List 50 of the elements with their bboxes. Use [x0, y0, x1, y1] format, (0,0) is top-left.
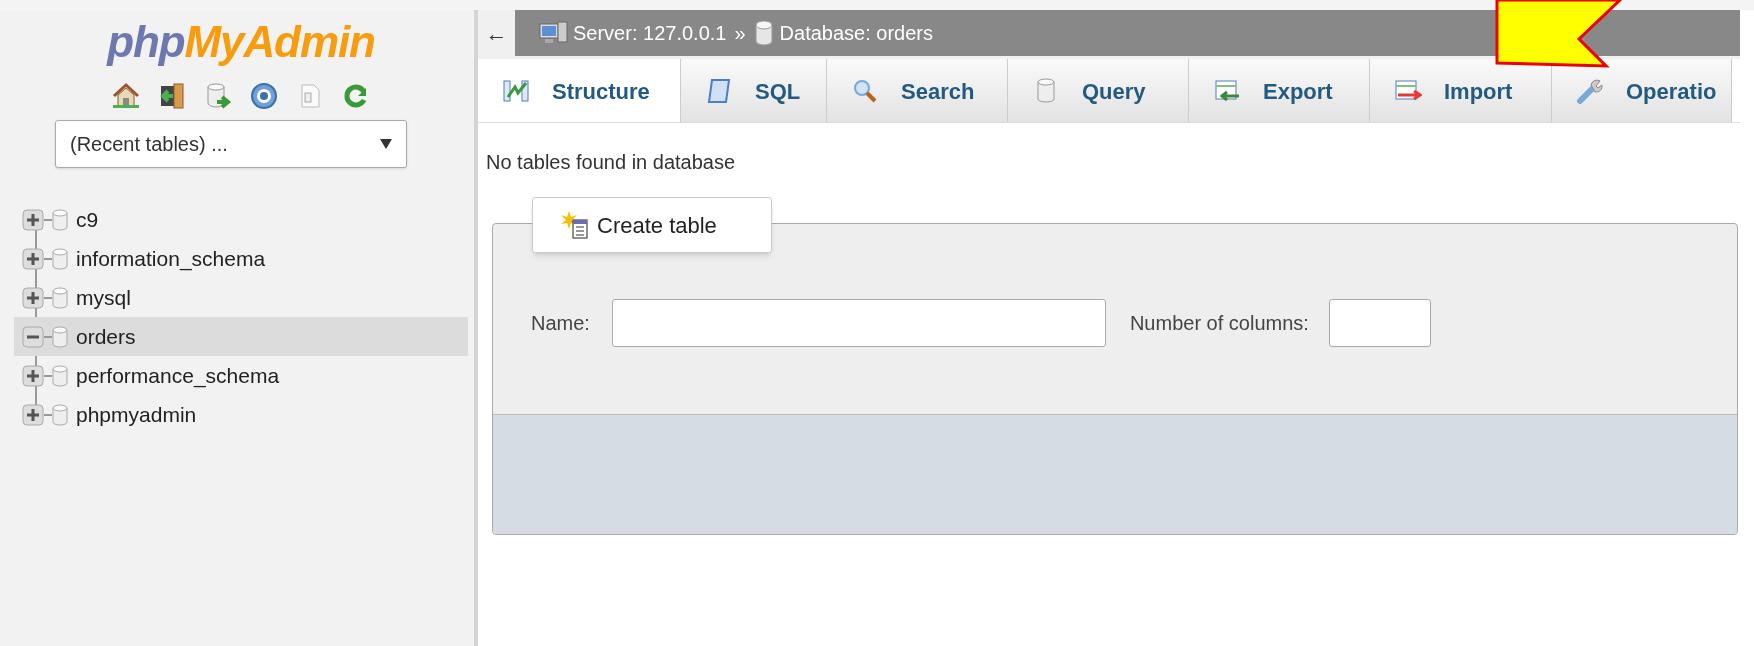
server-icon — [539, 20, 569, 46]
tab[interactable]: Import — [1370, 59, 1552, 122]
database-icon — [52, 208, 68, 231]
database-name[interactable]: performance_schema — [76, 359, 280, 392]
scroll-icon — [705, 77, 733, 105]
columns-field[interactable] — [1328, 299, 1431, 347]
database-icon — [753, 20, 774, 46]
home-icon[interactable] — [112, 82, 140, 110]
tab[interactable]: SQL — [681, 59, 827, 122]
back-button[interactable]: ← — [478, 10, 515, 56]
database-name[interactable]: information_schema — [76, 242, 266, 275]
pointer-arrow-icon — [1494, 0, 1624, 70]
tab[interactable]: Search — [827, 59, 1008, 122]
tab[interactable]: Export — [1189, 59, 1370, 122]
expand-icon[interactable] — [22, 286, 44, 309]
search-icon — [851, 77, 879, 105]
database-name[interactable]: c9 — [76, 203, 99, 236]
database-icon — [52, 403, 68, 426]
database-icon — [52, 247, 68, 270]
tab[interactable]: Query — [1008, 59, 1189, 122]
breadcrumb-separator: » — [734, 21, 746, 46]
name-label: Name: — [531, 311, 590, 336]
new-table-icon — [561, 210, 589, 240]
expand-icon[interactable] — [22, 364, 44, 387]
status-message: No tables found in database — [486, 150, 737, 175]
database-icon — [52, 286, 68, 309]
name-field[interactable] — [611, 299, 1106, 347]
database-name[interactable]: mysql — [76, 281, 131, 314]
database-link[interactable]: Database: orders — [779, 18, 933, 48]
tab[interactable]: Operatio — [1552, 59, 1732, 122]
caret-icon — [380, 139, 392, 149]
database-icon — [52, 325, 68, 348]
database-arrow-icon[interactable] — [204, 82, 232, 110]
create-table-legend: Create table — [532, 197, 772, 253]
recent-tables-dropdown[interactable]: (Recent tables) ... — [55, 120, 407, 168]
server-link[interactable]: Server: 127.0.0.1 — [573, 18, 727, 48]
expand-icon[interactable] — [22, 208, 44, 231]
structure-icon — [502, 77, 530, 105]
database-row[interactable]: orders — [14, 317, 468, 356]
wrench-icon — [1576, 77, 1604, 105]
expand-icon[interactable] — [22, 247, 44, 270]
database-icon — [52, 364, 68, 387]
logo[interactable]: phpMyAdmin — [107, 20, 375, 64]
database-name[interactable]: orders — [76, 320, 136, 353]
columns-label: Number of columns: — [1129, 311, 1309, 336]
exit-door-icon[interactable] — [158, 82, 186, 110]
collapse-icon[interactable] — [22, 325, 44, 348]
help-icon[interactable] — [250, 82, 278, 110]
database-name[interactable]: phpmyadmin — [76, 398, 197, 431]
expand-icon[interactable] — [22, 403, 44, 426]
